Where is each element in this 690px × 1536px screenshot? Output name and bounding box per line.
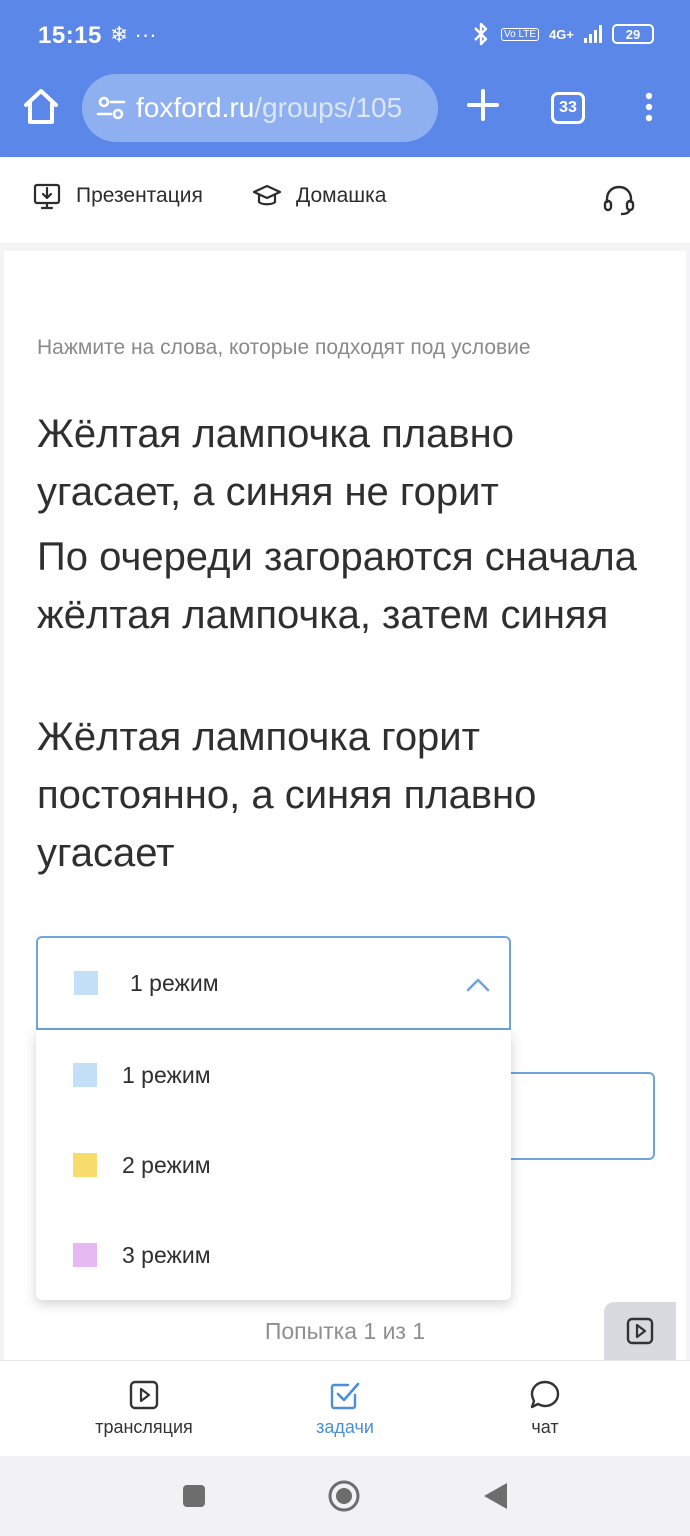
attempt-counter: Попытка 1 из 1 — [264, 1318, 426, 1344]
selected-mode-label: 1 режим — [130, 969, 219, 996]
status-time: 15:15 — [38, 22, 102, 49]
checkbox-icon — [330, 1382, 360, 1410]
nav-stream[interactable]: трансляция — [64, 1379, 224, 1438]
mode-option-3[interactable]: 3 режим — [36, 1210, 511, 1300]
chevron-up-icon[interactable] — [465, 972, 491, 998]
volte-icon: Vo LTE — [501, 27, 540, 41]
mode-option-label: 1 режим — [122, 1061, 211, 1088]
system-navigation — [0, 1456, 690, 1536]
status-notification-icons: ❄ ··· — [110, 22, 157, 47]
nav-tasks[interactable]: задачи — [265, 1379, 425, 1438]
system-home-icon[interactable] — [326, 1478, 362, 1514]
nav-stream-label: трансляция — [95, 1417, 193, 1437]
nav-chat[interactable]: чат — [465, 1379, 625, 1438]
url-domain: foxford.ru — [136, 92, 255, 123]
graduation-cap-icon — [252, 184, 282, 206]
homework-label: Домашка — [296, 184, 387, 207]
task-instruction: Нажмите на слова, которые подходят под у… — [37, 336, 531, 359]
status-bar: 15:15 ❄ ··· Vo LTE 4G+ 29 — [0, 0, 690, 72]
mode-dropdown: 1 режим 2 режим 3 режим — [36, 1030, 511, 1300]
headset-icon[interactable] — [602, 183, 636, 217]
presentation-button[interactable]: Презентация — [32, 181, 203, 211]
status-right-icons: Vo LTE 4G+ 29 — [471, 22, 654, 46]
browser-toolbar: foxford.ru/groups/105 33 — [0, 72, 690, 157]
statement-3[interactable]: Жёлтая лампочка горит постоянно, а синяя… — [37, 708, 637, 882]
signal-icon — [584, 25, 602, 43]
mode-option-swatch — [73, 1153, 97, 1177]
url-text: foxford.ru/groups/105 — [136, 92, 402, 124]
mode-option-1[interactable]: 1 режим — [36, 1030, 511, 1120]
battery-icon: 29 — [612, 24, 654, 44]
mode-option-label: 2 режим — [122, 1151, 211, 1178]
mode-option-swatch — [73, 1063, 97, 1087]
new-tab-icon[interactable] — [466, 88, 500, 122]
nav-tasks-label: задачи — [316, 1417, 374, 1437]
homework-button[interactable]: Домашка — [252, 181, 386, 211]
recent-apps-icon[interactable] — [176, 1478, 212, 1514]
chat-bubble-icon — [530, 1380, 560, 1409]
system-back-icon[interactable] — [478, 1478, 514, 1514]
address-bar[interactable]: foxford.ru/groups/105 — [82, 74, 438, 142]
presentation-download-icon — [33, 183, 61, 210]
bottom-navigation: трансляция задачи чат — [0, 1360, 690, 1456]
mode-select[interactable]: 1 режим — [36, 936, 511, 1030]
mode-option-2[interactable]: 2 режим — [36, 1120, 511, 1210]
home-icon[interactable] — [22, 86, 60, 126]
presentation-label: Презентация — [76, 184, 203, 207]
play-icon — [129, 1380, 159, 1410]
nav-chat-label: чат — [531, 1417, 559, 1437]
tab-switcher-button[interactable]: 33 — [551, 92, 585, 124]
selected-mode-swatch — [74, 971, 98, 995]
url-path: /groups/105 — [254, 92, 403, 123]
network-type: 4G+ — [549, 26, 574, 42]
app-toolbar: Презентация Домашка — [0, 157, 690, 243]
statement-2[interactable]: По очереди загораются сначала жёлтая лам… — [37, 528, 637, 644]
browser-chrome: 15:15 ❄ ··· Vo LTE 4G+ 29 foxford.ru/gro… — [0, 0, 690, 157]
mode-option-label: 3 режим — [122, 1241, 211, 1268]
site-settings-icon[interactable] — [96, 93, 126, 123]
video-float-button[interactable] — [604, 1302, 676, 1360]
bluetooth-icon — [474, 22, 488, 46]
play-icon — [626, 1317, 654, 1345]
more-menu-icon[interactable] — [642, 92, 656, 122]
mode-option-swatch — [73, 1243, 97, 1267]
statement-1[interactable]: Жёлтая лампочка плавно угасает, а синяя … — [37, 405, 637, 521]
